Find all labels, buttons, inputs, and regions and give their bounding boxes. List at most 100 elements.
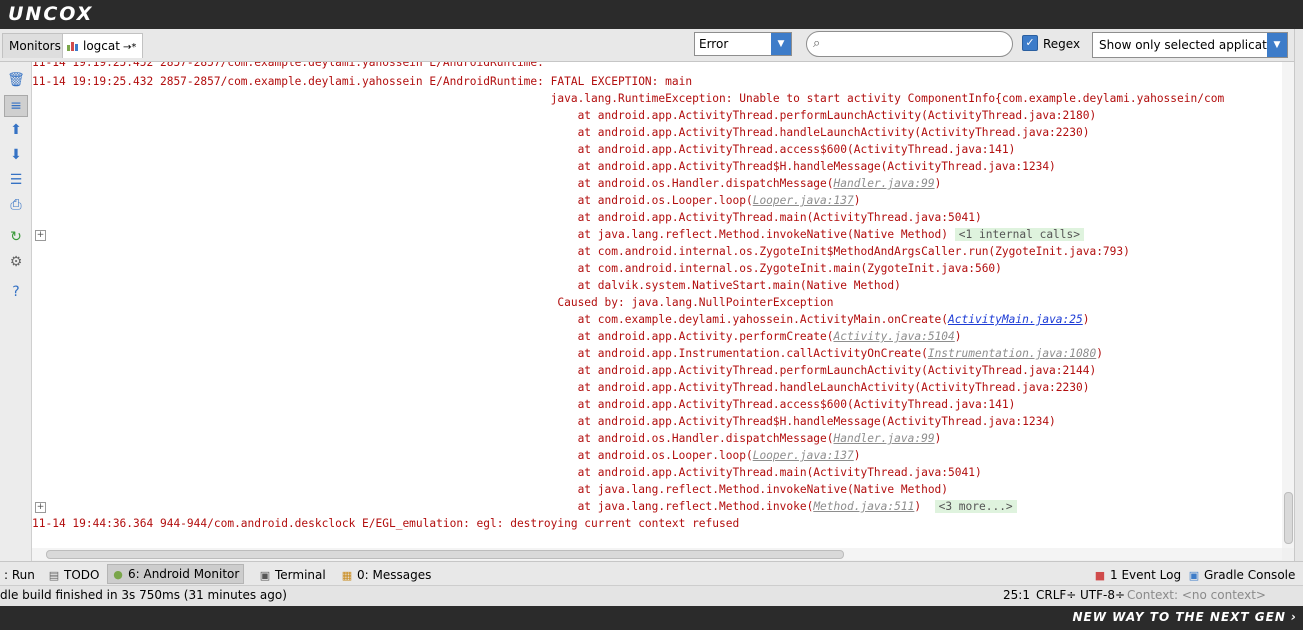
- file-encoding[interactable]: UTF-8÷: [1080, 588, 1125, 602]
- log-line: at android.app.ActivityThread$H.handleMe…: [32, 413, 1056, 430]
- source-link[interactable]: Handler.java:99: [834, 177, 935, 190]
- pin-icon[interactable]: →*: [123, 42, 136, 53]
- todo-tool-button[interactable]: ▤ TODO: [44, 566, 103, 584]
- search-input[interactable]: [835, 35, 1009, 55]
- run-tool-label: : Run: [4, 568, 35, 582]
- cursor-position[interactable]: 25:1: [1003, 588, 1030, 602]
- gradle-console-tool-button[interactable]: ▣ Gradle Console: [1184, 566, 1299, 584]
- fold-expand-icon[interactable]: +: [35, 230, 46, 241]
- help-icon[interactable]: ?: [5, 282, 27, 302]
- log-text: at dalvik.system.NativeStart.main(Native…: [32, 279, 901, 292]
- source-link[interactable]: Method.java:511: [813, 500, 914, 513]
- log-text: at android.app.ActivityThread.performLau…: [32, 364, 1097, 377]
- source-link[interactable]: Instrumentation.java:1080: [928, 347, 1096, 360]
- messages-tool-button[interactable]: ▦ 0: Messages: [337, 566, 435, 584]
- tool-window-bar: : Run ▤ TODO ● 6: Android Monitor ▣ Termina…: [0, 561, 1303, 586]
- horizontal-scroll-thumb[interactable]: [46, 550, 844, 559]
- source-link[interactable]: Looper.java:137: [753, 194, 854, 207]
- messages-icon: ▦: [341, 569, 353, 582]
- log-line: at android.app.ActivityThread.performLau…: [32, 107, 1097, 124]
- log-text: at com.android.internal.os.ZygoteInit$Me…: [32, 245, 1130, 258]
- logcat-output[interactable]: 11-14 19:19:25.452 2857-2857/com.example…: [32, 62, 1282, 548]
- terminal-label: Terminal: [275, 568, 326, 582]
- down-arrow-icon[interactable]: ⬇: [5, 145, 27, 165]
- tab-logcat[interactable]: logcat →*: [62, 33, 144, 58]
- log-text-tail: ): [853, 449, 861, 462]
- messages-label: 0: Messages: [357, 568, 432, 582]
- up-arrow-icon[interactable]: ⬆: [5, 120, 27, 140]
- log-line: at android.app.ActivityThread.access$600…: [32, 396, 1016, 413]
- log-level-value: Error: [699, 37, 729, 51]
- log-text: at com.example.deylami.yahossein.Activit…: [32, 313, 949, 326]
- print-icon[interactable]: ⎙: [5, 195, 27, 215]
- soft-wrap-icon[interactable]: ☰: [5, 170, 27, 190]
- footer-tagline: NEW WAY TO THE NEXT GEN ›: [1072, 610, 1297, 624]
- search-box[interactable]: ⌕: [806, 31, 1013, 57]
- folded-calls[interactable]: <1 internal calls>: [954, 228, 1085, 241]
- scroll-to-end-icon[interactable]: ≡: [4, 95, 28, 117]
- android-monitor-tool-button[interactable]: ● 6: Android Monitor: [107, 564, 245, 584]
- terminal-tool-button[interactable]: ▣ Terminal: [255, 566, 330, 584]
- log-line: at com.example.deylami.yahossein.Activit…: [32, 311, 1090, 328]
- log-text: at java.lang.reflect.Method.invoke(: [32, 500, 814, 513]
- log-line: at dalvik.system.NativeStart.main(Native…: [32, 277, 901, 294]
- terminal-icon: ▣: [259, 569, 271, 582]
- vertical-scrollbar[interactable]: [1282, 62, 1294, 548]
- regex-checkbox[interactable]: ✓: [1022, 35, 1038, 51]
- log-text: at android.app.ActivityThread.handleLaun…: [32, 126, 1090, 139]
- log-text: at android.os.Handler.dispatchMessage(: [32, 177, 834, 190]
- log-line: Caused by: java.lang.NullPointerExceptio…: [32, 294, 833, 311]
- log-line: 11-14 19:44:36.364 944-944/com.android.d…: [32, 515, 739, 532]
- log-text: at android.app.ActivityThread.main(Activ…: [32, 211, 982, 224]
- status-bar: dle build finished in 3s 750ms (31 minut…: [0, 585, 1303, 606]
- vertical-scroll-thumb[interactable]: [1284, 492, 1293, 544]
- logcat-side-toolbar: 🗑 ≡ ⬆ ⬇ ☰ ⎙ ↻ ⚙ ?: [0, 62, 32, 561]
- log-text: at android.app.Instrumentation.callActiv…: [32, 347, 928, 360]
- event-log-tool-button[interactable]: ■ 1 Event Log: [1090, 566, 1185, 584]
- log-text: at java.lang.reflect.Method.invokeNative…: [32, 483, 949, 496]
- chevron-down-icon[interactable]: ▼: [1267, 33, 1287, 57]
- source-link[interactable]: Activity.java:5104: [834, 330, 955, 343]
- tab-monitors[interactable]: Monitors: [2, 33, 68, 58]
- todo-tool-label: TODO: [64, 568, 100, 582]
- folded-calls[interactable]: <3 more...>: [934, 500, 1017, 513]
- restart-icon[interactable]: ↻: [5, 227, 27, 247]
- chevron-down-icon[interactable]: ▼: [771, 33, 791, 55]
- log-text: at android.app.ActivityThread.access$600…: [32, 398, 1016, 411]
- source-link[interactable]: Looper.java:137: [753, 449, 854, 462]
- log-text: at android.app.ActivityThread$H.handleMe…: [32, 160, 1056, 173]
- log-text: 11-14 19:19:25.432 2857-2857/com.example…: [32, 75, 693, 88]
- fold-expand-icon[interactable]: +: [35, 502, 46, 513]
- log-text: at android.os.Looper.loop(: [32, 449, 753, 462]
- source-link[interactable]: Handler.java:99: [834, 432, 935, 445]
- log-line: at android.app.ActivityThread.handleLaun…: [32, 124, 1090, 141]
- log-text-tail: ): [1096, 347, 1103, 360]
- log-text: at android.os.Looper.loop(: [32, 194, 753, 207]
- run-tool-button[interactable]: : Run: [0, 566, 39, 584]
- app-filter-select[interactable]: Show only selected application ▼: [1092, 32, 1288, 58]
- todo-icon: ▤: [48, 569, 60, 582]
- line-separator[interactable]: CRLF÷: [1036, 588, 1076, 602]
- brand-logo: UNCOX: [8, 3, 94, 25]
- log-line: at java.lang.reflect.Method.invoke(Metho…: [32, 498, 1017, 515]
- logcat-toolbar: Monitors logcat →* Error ▼ ⌕ ✓ Regex Show…: [0, 29, 1303, 62]
- clear-log-icon[interactable]: 🗑: [5, 70, 27, 90]
- log-text: at android.app.ActivityThread.access$600…: [32, 143, 1016, 156]
- status-message[interactable]: dle build finished in 3s 750ms (31 minut…: [0, 588, 287, 602]
- log-line: at java.lang.reflect.Method.invokeNative…: [32, 481, 948, 498]
- log-line: at android.app.Instrumentation.callActiv…: [32, 345, 1103, 362]
- horizontal-scrollbar[interactable]: [32, 548, 1282, 560]
- gear-icon[interactable]: ⚙: [5, 252, 27, 272]
- log-level-select[interactable]: Error ▼: [694, 32, 792, 56]
- log-line: 11-14 19:19:25.432 2857-2857/com.example…: [32, 73, 692, 90]
- log-text: at android.app.ActivityThread.performLau…: [32, 109, 1097, 122]
- log-text: 11-14 19:44:36.364 944-944/com.android.d…: [32, 517, 740, 530]
- app-filter-value: Show only selected application: [1099, 38, 1286, 52]
- log-line: at java.lang.reflect.Method.invokeNative…: [32, 226, 1085, 243]
- log-text: at android.app.ActivityThread$H.handleMe…: [32, 415, 1056, 428]
- source-link[interactable]: ActivityMain.java:25: [948, 313, 1083, 326]
- event-log-icon: ■: [1094, 569, 1106, 582]
- event-log-label: 1 Event Log: [1110, 568, 1182, 582]
- log-line: at android.app.ActivityThread.performLau…: [32, 362, 1097, 379]
- log-text: java.lang.RuntimeException: Unable to st…: [32, 92, 1225, 105]
